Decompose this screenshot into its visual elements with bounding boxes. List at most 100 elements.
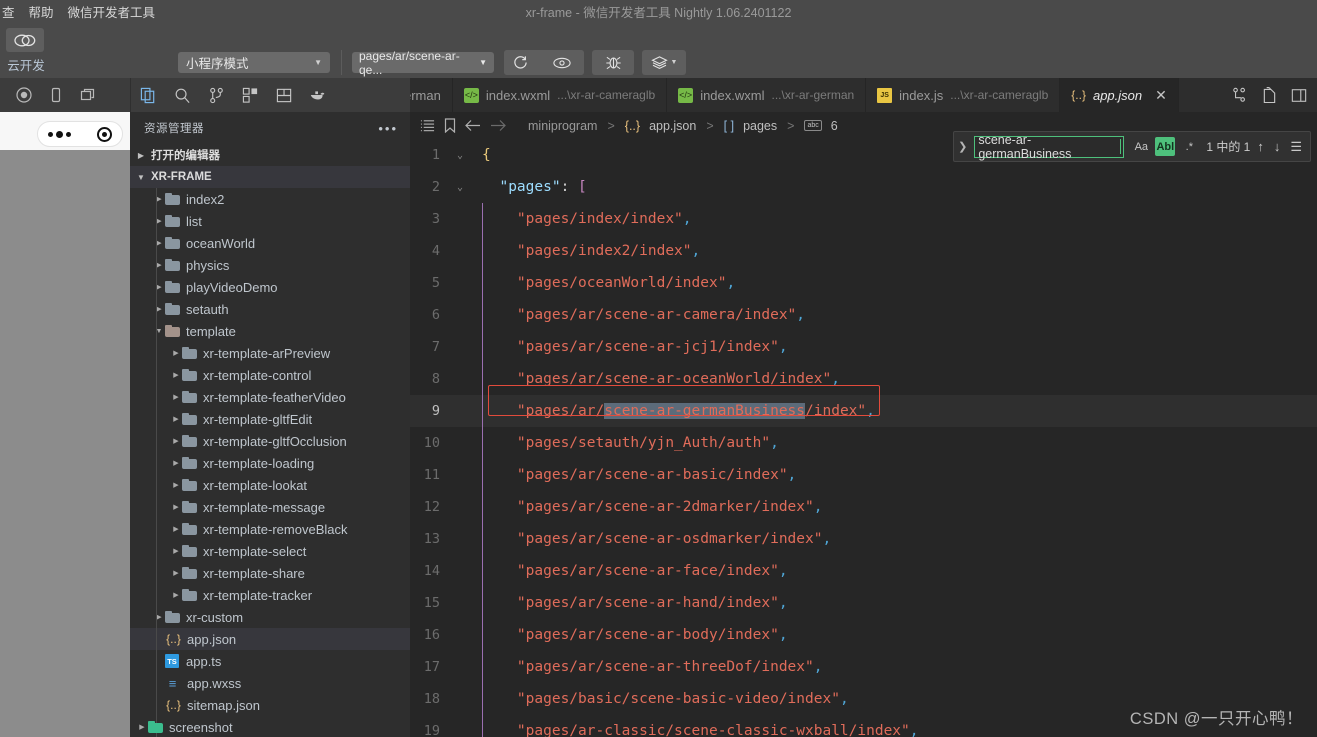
compile-button[interactable]: [504, 50, 536, 75]
more-icon[interactable]: [48, 130, 71, 138]
source-control-icon[interactable]: [199, 78, 233, 112]
match-case-icon[interactable]: Aa: [1131, 137, 1151, 156]
code-editor[interactable]: 1 ⌄{2 ⌄ "pages": [3 "pages/index/index", 4 …: [410, 139, 1317, 737]
extensions-icon[interactable]: [233, 78, 267, 112]
menu-item-1[interactable]: 帮助: [29, 2, 54, 21]
breadcrumb-item-miniprogram[interactable]: miniprogram: [528, 119, 597, 133]
chevron-right-icon[interactable]: ▶: [153, 283, 165, 291]
find-menu-icon[interactable]: ☰: [1290, 139, 1302, 155]
tree-item[interactable]: ▶ xr-template-featherVideo: [130, 386, 410, 408]
code-line[interactable]: 10 "pages/setauth/yjn_Auth/auth",: [410, 427, 1317, 459]
tree-item[interactable]: ▼ template: [130, 320, 410, 342]
tree-item[interactable]: ▶ xr-template-removeBlack: [130, 518, 410, 540]
chevron-right-icon[interactable]: ▶: [170, 371, 182, 379]
tree-item[interactable]: ▶ physics: [130, 254, 410, 276]
tree-item[interactable]: ▶ xr-template-message: [130, 496, 410, 518]
menu-bar[interactable]: 查 帮助 微信开发者工具: [0, 2, 155, 21]
chevron-right-icon[interactable]: ▶: [153, 239, 165, 247]
chevron-right-icon[interactable]: ▶: [153, 195, 165, 203]
layout-icon[interactable]: [1291, 88, 1307, 103]
tree-item[interactable]: ▶ xr-template-select: [130, 540, 410, 562]
code-line[interactable]: 3 "pages/index/index",: [410, 203, 1317, 235]
code-line[interactable]: 9 "pages/ar/scene-ar-germanBusiness/inde…: [410, 395, 1317, 427]
chevron-right-icon[interactable]: ▶: [170, 393, 182, 401]
fold-chevron-icon[interactable]: ⌄: [452, 150, 468, 161]
code-line[interactable]: 4 "pages/index2/index",: [410, 235, 1317, 267]
chevron-right-icon[interactable]: ▶: [153, 261, 165, 269]
code-line[interactable]: 16 "pages/ar/scene-ar-body/index",: [410, 619, 1317, 651]
preview-button[interactable]: [540, 50, 584, 75]
tree-item[interactable]: ▶ list: [130, 210, 410, 232]
windows-icon[interactable]: [80, 87, 96, 103]
chevron-right-icon[interactable]: ▶: [136, 723, 148, 731]
tree-item[interactable]: {..} sitemap.json: [130, 694, 410, 716]
chevron-right-icon[interactable]: ▶: [153, 305, 165, 313]
tree-item[interactable]: ▶ setauth: [130, 298, 410, 320]
chevron-right-icon[interactable]: ▶: [170, 415, 182, 423]
page-select[interactable]: pages/ar/scene-ar-qe... ▼: [352, 49, 494, 77]
breadcrumb-item-index[interactable]: 6: [831, 119, 838, 133]
breadcrumb-item-appjson[interactable]: app.json: [649, 119, 696, 133]
tree-item[interactable]: ▶ screenshot: [130, 716, 410, 737]
tree-item[interactable]: TS app.ts: [130, 650, 410, 672]
tree-item[interactable]: ≡ app.wxss: [130, 672, 410, 694]
tree-item[interactable]: ▶ xr-template-control: [130, 364, 410, 386]
chevron-right-icon[interactable]: ▶: [170, 437, 182, 445]
tree-item[interactable]: ▶ index2: [130, 188, 410, 210]
menu-item-2[interactable]: 微信开发者工具: [68, 2, 156, 21]
tree-item[interactable]: ▶ xr-template-tracker: [130, 584, 410, 606]
menu-item-0[interactable]: 查: [2, 2, 15, 21]
tree-item[interactable]: ▶ xr-template-lookat: [130, 474, 410, 496]
close-circle-icon[interactable]: [97, 126, 112, 142]
split-layout-icon[interactable]: [267, 78, 301, 112]
split-editor-icon[interactable]: [1232, 87, 1248, 103]
cloud-dev-button[interactable]: [6, 28, 44, 52]
new-file-icon[interactable]: [1262, 87, 1277, 103]
arrow-down-icon[interactable]: ↓: [1274, 139, 1281, 154]
code-line[interactable]: 13 "pages/ar/scene-ar-osdmarker/index",: [410, 523, 1317, 555]
editor-tab[interactable]: </> index.wxml ...\xr-ar-cameraglb: [452, 78, 668, 112]
tree-item[interactable]: ▶ xr-template-loading: [130, 452, 410, 474]
tree-item[interactable]: ▶ xr-template-share: [130, 562, 410, 584]
search-icon[interactable]: [165, 78, 199, 112]
tree-item[interactable]: ▶ xr-template-gltfEdit: [130, 408, 410, 430]
code-line[interactable]: 5 "pages/oceanWorld/index",: [410, 267, 1317, 299]
outline-icon[interactable]: [420, 119, 435, 132]
editor-tab[interactable]: {..} app.json ✕: [1060, 78, 1179, 112]
editor-tab[interactable]: JS index.js ...\xr-ar-cameraglb: [866, 78, 1061, 112]
code-line[interactable]: 15 "pages/ar/scene-ar-hand/index",: [410, 587, 1317, 619]
forward-arrow-icon[interactable]: [490, 119, 506, 132]
code-line[interactable]: 2 ⌄ "pages": [: [410, 171, 1317, 203]
editor-tab[interactable]: erman: [410, 78, 453, 112]
back-arrow-icon[interactable]: [465, 119, 481, 132]
chevron-right-icon[interactable]: ▶: [170, 547, 182, 555]
chevron-right-icon[interactable]: ❯: [958, 140, 967, 153]
simulator-viewport[interactable]: [0, 150, 130, 737]
chevron-right-icon[interactable]: ▶: [170, 459, 182, 467]
tree-item[interactable]: ▶ xr-template-arPreview: [130, 342, 410, 364]
docker-icon[interactable]: [301, 78, 335, 112]
tree-item[interactable]: ▶ xr-custom: [130, 606, 410, 628]
code-line[interactable]: 17 "pages/ar/scene-ar-threeDof/index",: [410, 651, 1317, 683]
tree-item[interactable]: ▶ xr-template-gltfOcclusion: [130, 430, 410, 452]
mode-select[interactable]: 小程序模式 ▼: [178, 52, 330, 73]
chevron-right-icon[interactable]: ▶: [153, 613, 165, 621]
section-open-editors[interactable]: ▶ 打开的编辑器: [130, 144, 410, 166]
chevron-down-icon[interactable]: ▼: [153, 328, 165, 335]
chevron-right-icon[interactable]: ▶: [153, 217, 165, 225]
bookmark-icon[interactable]: [444, 118, 456, 133]
section-xr-frame[interactable]: ▼ XR-FRAME: [130, 166, 410, 188]
regex-icon[interactable]: .*: [1179, 137, 1199, 156]
tree-item[interactable]: ▶ oceanWorld: [130, 232, 410, 254]
code-line[interactable]: 8 "pages/ar/scene-ar-oceanWorld/index",: [410, 363, 1317, 395]
chevron-right-icon[interactable]: ▶: [170, 591, 182, 599]
chevron-right-icon[interactable]: ▶: [170, 481, 182, 489]
editor-tab[interactable]: </> index.wxml ...\xr-ar-german: [667, 78, 867, 112]
find-input[interactable]: scene-ar-germanBusiness: [974, 133, 1125, 161]
chevron-right-icon[interactable]: ▶: [170, 569, 182, 577]
explorer-icon[interactable]: [131, 78, 165, 112]
chevron-right-icon[interactable]: ▶: [170, 503, 182, 511]
breadcrumb-item-pages[interactable]: pages: [743, 119, 777, 133]
close-icon[interactable]: ✕: [1155, 88, 1167, 102]
whole-word-icon[interactable]: Abl: [1155, 137, 1176, 156]
